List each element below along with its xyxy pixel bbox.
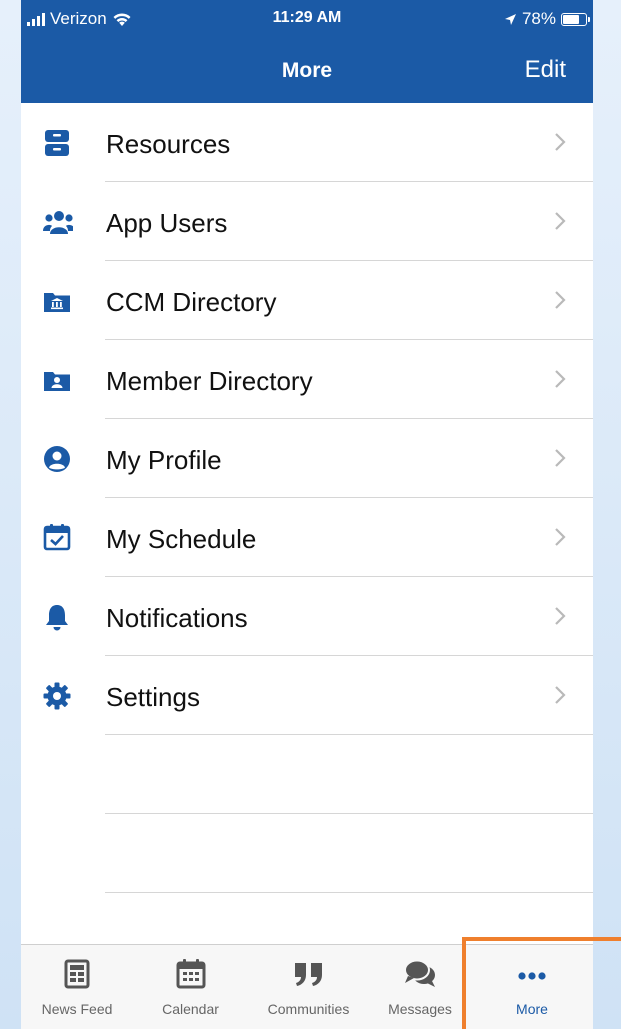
folder-contact-icon: [44, 372, 70, 391]
menu-list: Resources App Users CCM Directory Member…: [21, 103, 593, 972]
menu-item-settings[interactable]: Settings: [21, 656, 593, 735]
chevron-right-icon: [555, 291, 566, 309]
menu-item-label: CCM Directory: [106, 287, 277, 317]
tab-messages[interactable]: Messages: [369, 945, 471, 1029]
tab-news-feed[interactable]: News Feed: [21, 945, 133, 1029]
chevron-right-icon: [555, 607, 566, 625]
chat-bubbles-icon: [404, 959, 435, 987]
chevron-right-icon: [555, 212, 566, 230]
quote-icon: [294, 963, 322, 986]
empty-row: [21, 735, 593, 814]
tab-calendar[interactable]: Calendar: [133, 945, 248, 1029]
status-bar: Verizon 11:29 AM 78%: [21, 0, 593, 40]
user-circle-icon: [44, 446, 70, 472]
empty-row: [21, 814, 593, 893]
menu-item-app-users[interactable]: App Users: [21, 182, 593, 261]
menu-item-label: Member Directory: [106, 366, 313, 396]
tab-communities[interactable]: Communities: [248, 945, 369, 1029]
folder-building-icon: [44, 293, 70, 312]
battery-percent: 78%: [521, 9, 556, 28]
status-right: 78%: [504, 9, 590, 29]
tab-label: Messages: [388, 1001, 452, 1017]
chevron-right-icon: [555, 528, 566, 546]
bell-icon: [46, 605, 68, 631]
page-title: More: [281, 59, 333, 82]
tab-label: Calendar: [162, 1001, 219, 1017]
menu-item-my-profile[interactable]: My Profile: [21, 419, 593, 498]
users-icon: [43, 211, 73, 234]
menu-item-my-schedule[interactable]: My Schedule: [21, 498, 593, 577]
chevron-right-icon: [555, 686, 566, 704]
phone-screen: Verizon 11:29 AM 78% More Edit Resources…: [21, 0, 593, 1029]
highlight-box: [462, 937, 621, 1029]
menu-item-resources[interactable]: Resources: [21, 103, 593, 182]
menu-item-label: Settings: [106, 682, 200, 712]
calendar-check-icon: [43, 524, 71, 551]
location-arrow-icon: [504, 13, 516, 25]
gear-icon: [43, 682, 71, 710]
menu-item-member-directory[interactable]: Member Directory: [21, 340, 593, 419]
menu-item-label: Notifications: [106, 603, 248, 633]
edit-button[interactable]: Edit: [525, 56, 566, 84]
menu-item-label: Resources: [106, 129, 231, 159]
archive-icon: [45, 130, 69, 156]
menu-item-label: My Schedule: [106, 524, 257, 554]
menu-item-label: My Profile: [106, 445, 222, 475]
tab-label: Communities: [267, 1001, 350, 1017]
navigation-bar: More Edit: [21, 40, 593, 103]
chevron-right-icon: [555, 133, 566, 151]
battery-icon: [561, 12, 590, 26]
chevron-right-icon: [555, 370, 566, 388]
chevron-right-icon: [555, 449, 566, 467]
menu-item-label: App Users: [106, 208, 228, 238]
tab-label: News Feed: [41, 1001, 113, 1017]
calendar-icon: [176, 959, 205, 989]
newspaper-icon: [64, 959, 90, 989]
menu-item-ccm-directory[interactable]: CCM Directory: [21, 261, 593, 340]
menu-item-notifications[interactable]: Notifications: [21, 577, 593, 656]
